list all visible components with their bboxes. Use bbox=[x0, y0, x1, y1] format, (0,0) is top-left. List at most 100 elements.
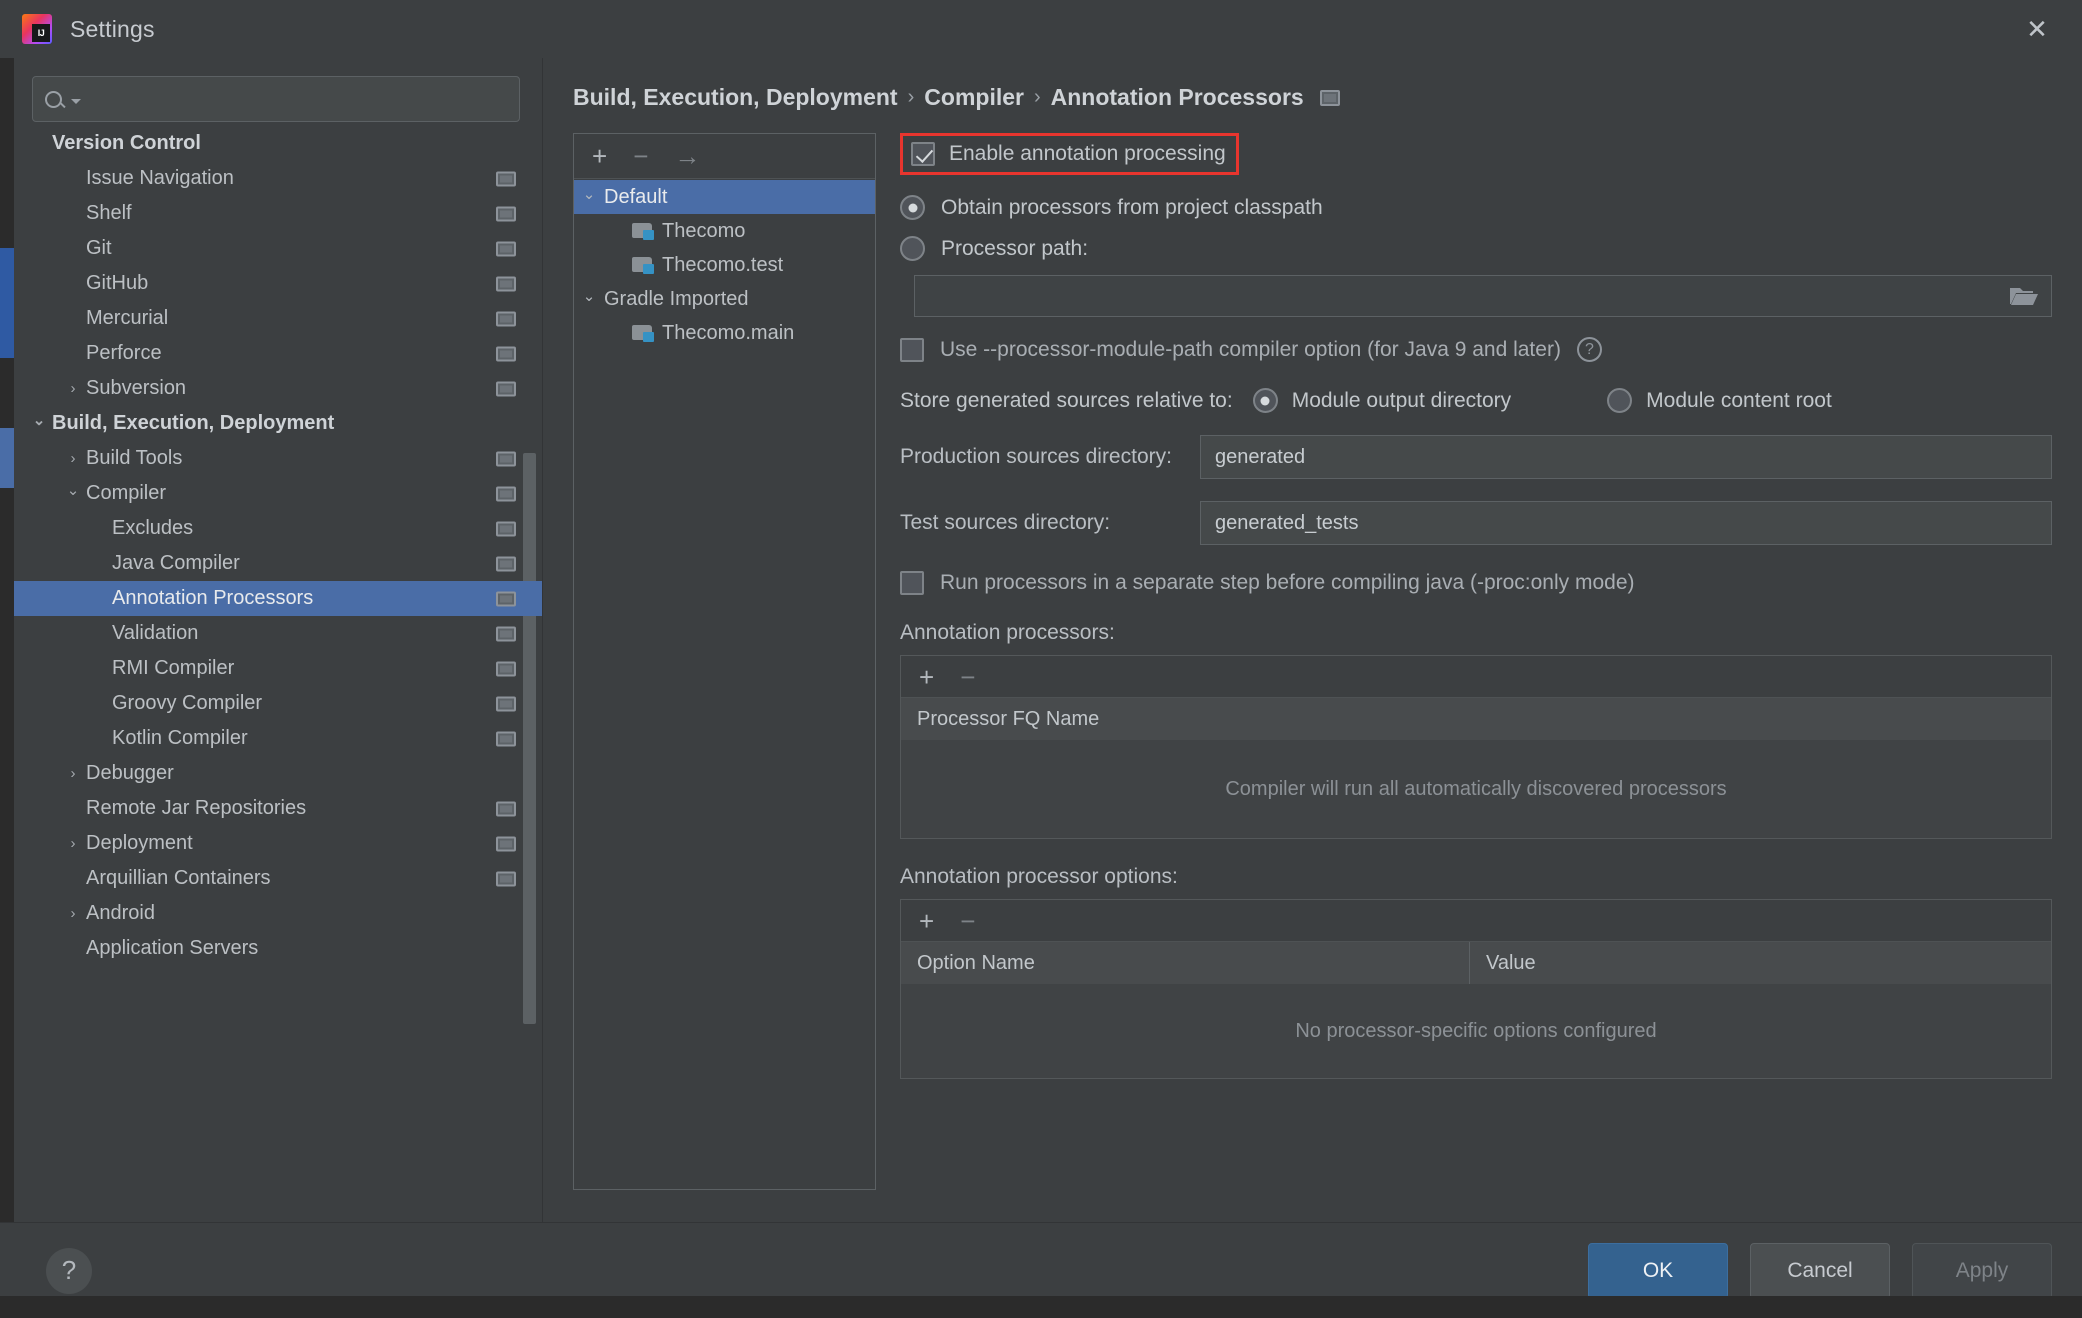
module-row[interactable]: Thecomo.main bbox=[574, 316, 875, 350]
module-row-label: Thecomo.main bbox=[662, 321, 795, 344]
chevron-down-icon[interactable]: ⌄ bbox=[574, 185, 604, 203]
module-row[interactable]: ⌄ Default bbox=[574, 180, 875, 214]
sidebar-item-build-tools[interactable]: › Build Tools bbox=[14, 441, 542, 476]
chevron-right-icon[interactable]: › bbox=[60, 765, 86, 782]
sidebar-item-label: Java Compiler bbox=[112, 552, 240, 574]
sidebar-item-kotlin-compiler[interactable]: Kotlin Compiler bbox=[14, 721, 542, 756]
sidebar-item-label: Deployment bbox=[86, 832, 193, 854]
ide-scope-icon bbox=[496, 486, 516, 501]
module-row[interactable]: ⌄ Gradle Imported bbox=[574, 282, 875, 316]
cancel-button[interactable]: Cancel bbox=[1750, 1242, 1890, 1299]
module-output-directory-radio[interactable] bbox=[1252, 388, 1278, 413]
sidebar-item-excludes[interactable]: Excludes bbox=[14, 511, 542, 546]
test-sources-input[interactable] bbox=[1200, 501, 2052, 545]
search-input[interactable] bbox=[87, 89, 507, 109]
breadcrumb-part[interactable]: Compiler bbox=[924, 84, 1024, 111]
ide-scope-icon bbox=[496, 171, 516, 186]
processor-path-radio[interactable] bbox=[900, 236, 925, 261]
column-header-option-name[interactable]: Option Name bbox=[901, 942, 1469, 984]
module-row-label: Default bbox=[604, 185, 668, 208]
chevron-down-icon[interactable]: ⌄ bbox=[60, 481, 86, 499]
ide-scope-icon bbox=[496, 451, 516, 466]
chevron-right-icon[interactable]: › bbox=[60, 905, 86, 922]
store-generated-sources-row: Store generated sources relative to: Mod… bbox=[900, 388, 2052, 413]
ide-scope-icon bbox=[496, 591, 516, 606]
sidebar-item-debugger[interactable]: › Debugger bbox=[14, 756, 542, 791]
sidebar-item-android[interactable]: › Android bbox=[14, 896, 542, 931]
gutter-highlight-b bbox=[0, 428, 14, 488]
sidebar-item-issue-navigation[interactable]: Issue Navigation bbox=[14, 161, 542, 196]
options-table-empty: No processor-specific options configured bbox=[901, 984, 2051, 1078]
plus-icon[interactable]: + bbox=[919, 664, 934, 690]
module-row[interactable]: Thecomo.test bbox=[574, 248, 875, 282]
sidebar-item-subversion[interactable]: › Subversion bbox=[14, 371, 542, 406]
ide-scope-icon bbox=[496, 241, 516, 256]
sidebar-item-java-compiler[interactable]: Java Compiler bbox=[14, 546, 542, 581]
plus-icon[interactable]: + bbox=[919, 908, 934, 934]
folder-icon[interactable] bbox=[1997, 284, 2051, 308]
ide-scope-icon bbox=[496, 276, 516, 291]
settings-tree[interactable]: Version Control Issue Navigation Shelf Git G… bbox=[14, 124, 542, 1222]
use-processor-module-path-checkbox[interactable] bbox=[900, 337, 924, 362]
minus-icon[interactable]: − bbox=[960, 664, 975, 690]
obtain-from-classpath-radio-row[interactable]: Obtain processors from project classpath bbox=[900, 195, 2052, 220]
question-mark-icon[interactable]: ? bbox=[46, 1247, 92, 1294]
module-row[interactable]: Thecomo bbox=[574, 214, 875, 248]
sidebar-item-label: GitHub bbox=[86, 272, 149, 294]
sidebar-item-mercurial[interactable]: Mercurial bbox=[14, 301, 542, 336]
breadcrumb-part[interactable]: Build, Execution, Deployment bbox=[573, 84, 898, 111]
plus-icon[interactable]: + bbox=[592, 143, 607, 169]
sidebar-item-deployment[interactable]: › Deployment bbox=[14, 826, 542, 861]
chevron-right-icon[interactable]: › bbox=[60, 835, 86, 852]
sidebar-item-git[interactable]: Git bbox=[14, 231, 542, 266]
sidebar-item-application-servers[interactable]: Application Servers bbox=[14, 931, 542, 966]
module-folder-icon bbox=[632, 222, 654, 240]
sidebar-item-version-control[interactable]: Version Control bbox=[14, 126, 542, 161]
module-profiles-list[interactable]: ⌄ Default Thecomo Thecomo.test ⌄ Gradle Impor… bbox=[574, 179, 875, 1189]
module-content-root-radio[interactable] bbox=[1607, 388, 1633, 413]
options-table-toolbar: + − bbox=[901, 900, 2051, 942]
sidebar-item-label: Groovy Compiler bbox=[112, 692, 263, 714]
arrow-right-icon[interactable]: → bbox=[674, 143, 700, 169]
sidebar-item-arquillian-containers[interactable]: Arquillian Containers bbox=[14, 861, 542, 896]
chevron-right-icon[interactable]: › bbox=[60, 450, 86, 467]
sidebar-item-label: Subversion bbox=[86, 377, 187, 399]
use-processor-module-path-row[interactable]: Use --processor-module-path compiler opt… bbox=[900, 337, 2052, 362]
help-circle-icon[interactable]: ? bbox=[1576, 337, 1602, 362]
module-profiles-toolbar: + − → bbox=[574, 134, 875, 179]
close-icon[interactable]: ✕ bbox=[2020, 12, 2054, 46]
search-box[interactable] bbox=[32, 76, 520, 122]
column-header-processor-fq-name[interactable]: Processor FQ Name bbox=[901, 698, 2051, 740]
settings-sidebar: Version Control Issue Navigation Shelf Git G… bbox=[14, 58, 543, 1222]
production-sources-input[interactable] bbox=[1200, 435, 2052, 479]
sidebar-item-github[interactable]: GitHub bbox=[14, 266, 542, 301]
sidebar-item-groovy-compiler[interactable]: Groovy Compiler bbox=[14, 686, 542, 721]
sidebar-item-perforce[interactable]: Perforce bbox=[14, 336, 542, 371]
sidebar-item-rmi-compiler[interactable]: RMI Compiler bbox=[14, 651, 542, 686]
sidebar-item-validation[interactable]: Validation bbox=[14, 616, 542, 651]
run-processors-separate-step-checkbox[interactable] bbox=[900, 571, 924, 595]
sidebar-item-label: Shelf bbox=[86, 202, 132, 224]
chevron-right-icon[interactable]: › bbox=[60, 380, 86, 397]
column-header-value[interactable]: Value bbox=[1469, 942, 2051, 984]
enable-annotation-processing-checkbox[interactable] bbox=[911, 142, 935, 166]
apply-button[interactable]: Apply bbox=[1912, 1242, 2052, 1299]
sidebar-item-annotation-processors[interactable]: Annotation Processors bbox=[14, 581, 542, 616]
annotation-processors-table-toolbar: + − bbox=[901, 656, 2051, 698]
minus-icon[interactable]: − bbox=[960, 908, 975, 934]
obtain-from-classpath-radio[interactable] bbox=[900, 195, 925, 220]
ide-scope-icon bbox=[1319, 89, 1340, 106]
chevron-down-icon[interactable] bbox=[71, 98, 81, 104]
annotation-processors-table-header: Processor FQ Name bbox=[901, 698, 2051, 740]
ok-button[interactable]: OK bbox=[1588, 1242, 1728, 1299]
sidebar-item-compiler[interactable]: ⌄ Compiler bbox=[14, 476, 542, 511]
sidebar-item-build-execution-deployment[interactable]: ⌄ Build, Execution, Deployment bbox=[14, 406, 542, 441]
chevron-down-icon[interactable]: ⌄ bbox=[26, 411, 52, 429]
run-processors-separate-step-row[interactable]: Run processors in a separate step before… bbox=[900, 571, 2052, 595]
processor-path-radio-row[interactable]: Processor path: bbox=[900, 236, 2052, 261]
sidebar-item-shelf[interactable]: Shelf bbox=[14, 196, 542, 231]
chevron-down-icon[interactable]: ⌄ bbox=[574, 287, 604, 305]
processor-path-input[interactable] bbox=[915, 285, 1997, 307]
sidebar-item-remote-jar-repositories[interactable]: Remote Jar Repositories bbox=[14, 791, 542, 826]
minus-icon[interactable]: − bbox=[633, 143, 648, 169]
